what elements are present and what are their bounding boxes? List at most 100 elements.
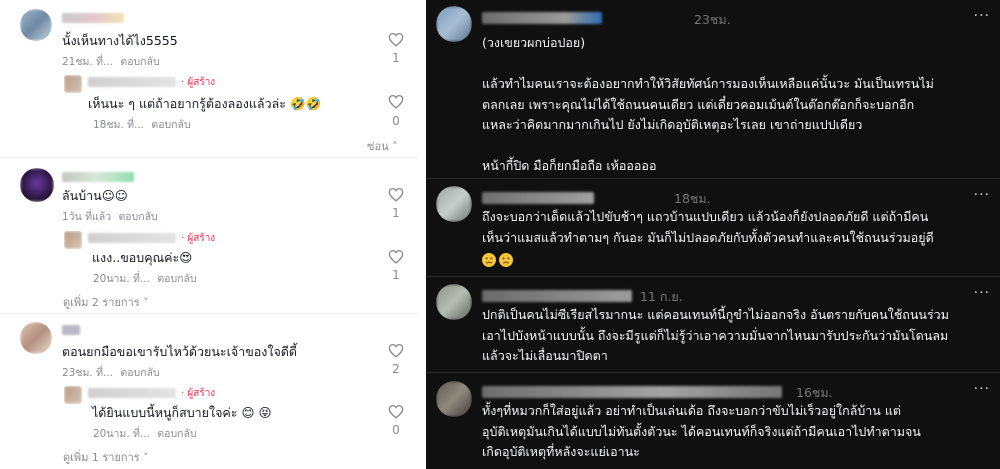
post-divider [426,178,1000,179]
reply-time: 20นาม. ที่... [93,273,150,285]
like-count: 1 [392,268,400,282]
reply-meta: 20นาม. ที่... ตอบกลับ [93,425,197,442]
commenter-username[interactable] [62,325,80,335]
like-count: 1 [392,51,400,65]
reply-meta: 18ชม. ที่... ตอบกลับ [93,116,191,133]
creator-badge: · ผู้สร้าง [181,233,216,244]
reply-meta: 20นาม. ที่... ตอบกลับ [93,270,197,287]
heart-outline-icon[interactable] [388,404,404,419]
post-line: เกิดอุบัติเหตุที่หลังจะแย่เอานะ [482,444,640,459]
hide-replies-button[interactable]: ซ่อน ˄ [367,137,398,155]
post-line: แล้วทำไมคนเราจะต้องอยากทำให้วิสัยทัศน์กา… [482,76,934,91]
like-count: 0 [392,423,400,437]
post-line: แล้วจะไม่เลื่อนมาปิดตา [482,348,608,363]
heart-outline-icon[interactable] [388,343,404,358]
comment-text: ลันบ้าน☺☺ [62,188,128,203]
post-avatar[interactable] [436,284,472,320]
post-line [482,54,992,75]
post-body: ถึงจะบอกว่าเด็ดแล้วไปขับช้าๆ แถวบ้านแปบเ… [482,207,992,272]
comment-time: 21ชม. ที่... [62,56,114,68]
comment-meta: 1วัน ที่แล้ว ตอบกลับ [62,208,158,225]
post-divider [426,276,1000,277]
post-line: หน้ากี้ปิด มือก็ยกมือถือ เห้อออออ [482,158,657,173]
post-line: ตลกเลย เพราะคุณไม่ได้ใช้ถนนคนเดียว แต่เด… [482,96,915,112]
reply-button[interactable]: ตอบกลับ [157,428,196,440]
post-body: ปกติเป็นคนไม่ซีเรียสไรมากนะ แต่คอนเทนท์น… [482,305,992,367]
post-line: เอาไปบังหน้าแบบนั้น ถึงจะมีรูแต่ก็ไม่รู้… [482,327,949,343]
post-line: (วงเขยวผกบ่อปอย) [482,35,586,50]
reply-button[interactable]: ตอบกลับ [157,273,196,285]
post-line: ทั้งๆที่หมวกก็ใส่อยู่แล้ว อย่าทำเป็นเล่น… [482,403,901,418]
post-username[interactable] [482,290,632,302]
reply-button[interactable]: ตอบกลับ [120,367,159,379]
heart-outline-icon[interactable] [388,187,404,202]
like-count: 0 [392,114,400,128]
creator-username[interactable] [88,233,176,243]
comment-time: 23ชม. ที่... [62,367,114,379]
post-line: แหละว่าคิดมากมากเกินไป ยังไม่เกิดอุบัติเ… [482,117,863,132]
post-username[interactable] [482,192,594,204]
reply-text: แงง..ขอบคุณค่ะ😍 [92,250,193,265]
threads-posts-panel: 23ชม. ··· (วงเขยวผกบ่อปอย) แล้วทำไมคนเรา… [426,0,1000,469]
creator-username[interactable] [88,77,176,87]
post-time: 16ชม. [796,385,833,400]
post-body: ทั้งๆที่หมวกก็ใส่อยู่แล้ว อย่าทำเป็นเล่น… [482,401,992,463]
commenter-avatar[interactable] [20,322,52,354]
more-options-icon[interactable]: ··· [974,187,990,203]
post-time: 23ชม. [694,12,731,27]
post-line: ถึงจะบอกว่าเด็ดแล้วไปขับช้าๆ แถวบ้านแปบเ… [482,209,929,224]
post-time: 11 ก.ย. [640,289,683,304]
commenter-username[interactable] [62,172,134,182]
post-line: ปกติเป็นคนไม่ซีเรียสไรมากนะ แต่คอนเทนท์น… [482,307,949,322]
creator-badge: · ผู้สร้าง [181,388,216,399]
post-avatar[interactable] [436,381,472,417]
creator-avatar[interactable] [64,231,82,249]
reply-text: ได้ยินแบบนี้หนูก็สบายใจค่ะ 😊 😝 [92,405,272,420]
heart-outline-icon[interactable] [388,32,404,47]
view-more-replies-button[interactable]: ดูเพิ่ม 1 รายการ ˅ [63,448,149,466]
section-divider [0,313,418,314]
post-body: (วงเขยวผกบ่อปอย) แล้วทำไมคนเราจะต้องอยาก… [482,33,992,177]
more-options-icon[interactable]: ··· [974,381,990,397]
post-emoji-row [482,251,992,272]
more-options-icon[interactable]: ··· [974,8,990,24]
comment-time: 1วัน ที่แล้ว [62,211,112,223]
tiktok-comments-panel: นั้งเห็นทางได้ไง5555 21ชม. ที่... ตอบกลั… [0,0,418,469]
reply-time: 18ชม. ที่... [93,119,145,131]
post-username[interactable] [482,12,602,24]
post-line: เห็นว่าแมสแล้วทำตามๆ กันอะ มันก็ไม่ปลอดภ… [482,229,934,245]
like-count: 1 [392,206,400,220]
creator-badge: · ผู้สร้าง [181,77,216,88]
heart-outline-icon[interactable] [388,249,404,264]
commenter-username[interactable] [62,13,124,23]
comment-meta: 21ชม. ที่... ตอบกลับ [62,53,160,70]
reply-button[interactable]: ตอบกลับ [118,211,157,223]
panel-gap [418,0,426,469]
reply-text: เห็นนะ ๆ แต่ถ้าอยากรู้ต้องลองแล้วล่ะ 🤣🤣 [88,96,322,111]
view-more-replies-button[interactable]: ดูเพิ่ม 2 รายการ ˅ [63,293,149,311]
creator-avatar[interactable] [64,386,82,404]
comment-text: ตอนยกมือขอเขารับไหว้ด้วยนะเจ้าของใจดีดี้ [62,344,298,359]
commenter-avatar[interactable] [20,9,52,41]
more-options-icon[interactable]: ··· [974,285,990,301]
comment-text: นั้งเห็นทางได้ไง5555 [62,33,178,48]
commenter-avatar[interactable] [20,168,54,202]
comment-meta: 23ชม. ที่... ตอบกลับ [62,364,160,381]
like-count: 2 [392,362,400,376]
creator-username[interactable] [88,388,176,398]
post-line [482,136,992,157]
reply-button[interactable]: ตอบกลับ [120,56,159,68]
reply-time: 20นาม. ที่... [93,428,150,440]
sad-face-emoji [499,253,513,267]
heart-outline-icon[interactable] [388,94,404,109]
section-divider [0,157,418,158]
post-avatar[interactable] [436,186,472,222]
post-avatar[interactable] [436,6,472,42]
sad-face-emoji [482,253,496,267]
post-username[interactable] [482,386,782,398]
creator-avatar[interactable] [64,75,82,93]
post-divider [426,372,1000,373]
post-time: 18ชม. [674,191,711,206]
reply-button[interactable]: ตอบกลับ [151,119,190,131]
post-line: อุบัติเหตุมันเกินได้แบบไม่ทันตั้งตัวนะ ไ… [482,423,921,439]
